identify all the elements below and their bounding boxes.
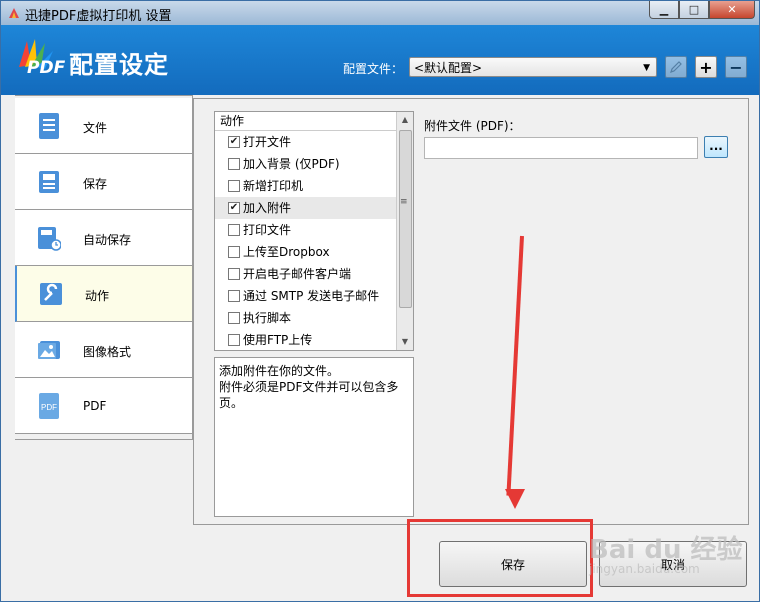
action-label: 执行脚本 — [243, 311, 292, 325]
list-item-upload-dropbox[interactable]: 上传至Dropbox — [215, 241, 413, 263]
pencil-icon — [670, 61, 682, 73]
document-icon — [39, 113, 59, 139]
wrench-icon — [40, 283, 62, 305]
sidebar-item-save[interactable]: 保存 — [15, 154, 193, 210]
checkbox[interactable] — [228, 224, 240, 236]
watermark: Bai du 经验 jingyan.baidu.com — [589, 529, 743, 576]
description-text: 添加附件在你的文件。 附件必须是PDF文件并可以包含多页。 — [219, 364, 399, 410]
checkbox[interactable] — [228, 312, 240, 324]
sidebar-item-label: PDF — [83, 399, 107, 413]
sidebar-item-label: 图像格式 — [83, 345, 132, 359]
action-description: 添加附件在你的文件。 附件必须是PDF文件并可以包含多页。 — [214, 357, 414, 517]
sidebar-item-file[interactable]: 文件 — [15, 98, 193, 154]
annotation-arrow-head — [505, 489, 525, 509]
list-item-add-printer[interactable]: 新增打印机 — [215, 175, 413, 197]
checkbox[interactable] — [228, 268, 240, 280]
add-config-button[interactable]: + — [695, 56, 717, 78]
list-item-print-file[interactable]: 打印文件 — [215, 219, 413, 241]
save-icon — [39, 171, 59, 193]
actions-scrollbar[interactable]: ▲ ≡ ▼ — [396, 112, 413, 350]
minimize-button[interactable]: ▁ — [649, 1, 679, 19]
rename-config-button[interactable] — [665, 56, 687, 78]
list-item-ftp-upload[interactable]: 使用FTP上传 — [215, 329, 413, 351]
checkbox-checked[interactable]: ✔ — [228, 202, 240, 214]
actions-list-header: 动作 — [215, 112, 413, 131]
checkbox[interactable] — [228, 290, 240, 302]
page-title: 配置设定 — [69, 51, 169, 79]
app-icon — [9, 8, 19, 18]
list-item-add-attachment[interactable]: ✔ 加入附件 — [215, 197, 413, 219]
settings-sidebar: 文件 保存 自动保存 动作 图像格式 PDF PDF — [15, 98, 193, 434]
image-icon — [38, 341, 60, 359]
remove-config-button[interactable]: − — [725, 56, 747, 78]
list-item-open-email-client[interactable]: 开启电子邮件客户端 — [215, 263, 413, 285]
sidebar-item-pdf[interactable]: PDF PDF — [15, 378, 193, 434]
attachment-label: 附件文件 (PDF)： — [424, 119, 521, 133]
watermark-main: Bai du 经验 — [589, 535, 743, 565]
action-label: 上传至Dropbox — [243, 245, 330, 259]
config-file-value: <默认配置> — [414, 61, 483, 75]
action-label: 打开文件 — [243, 135, 292, 149]
actions-panel: 动作 ✔ 打开文件 加入背景 (仅PDF) 新增打印机 ✔ 加入附件 打印文件 上传… — [193, 98, 749, 525]
list-item-add-background[interactable]: 加入背景 (仅PDF) — [215, 153, 413, 175]
window-title: 迅捷PDF虚拟打印机 设置 — [25, 9, 172, 24]
checkbox[interactable] — [228, 246, 240, 258]
scroll-up-icon[interactable]: ▲ — [397, 112, 413, 128]
action-label: 加入附件 — [243, 201, 292, 215]
checkbox[interactable] — [228, 334, 240, 346]
action-label: 通过 SMTP 发送电子邮件 — [243, 289, 380, 303]
attachment-file-input[interactable] — [424, 137, 698, 159]
list-item-smtp-email[interactable]: 通过 SMTP 发送电子邮件 — [215, 285, 413, 307]
list-item-run-script[interactable]: 执行脚本 — [215, 307, 413, 329]
sidebar-item-label: 保存 — [83, 177, 108, 191]
scroll-thumb[interactable] — [399, 130, 412, 308]
svg-text:PDF: PDF — [41, 403, 57, 412]
sidebar-item-label: 文件 — [83, 121, 108, 135]
app-window: 迅捷PDF虚拟打印机 设置 ▁ □ ✕ PDF 配置设定 配置文件： <默认配置… — [0, 0, 760, 602]
logo-text: PDF — [27, 58, 66, 78]
action-label: 加入背景 (仅PDF) — [243, 157, 340, 171]
window-controls: ▁ □ ✕ — [649, 1, 755, 19]
sidebar-item-auto-save[interactable]: 自动保存 — [15, 210, 193, 266]
action-label: 新增打印机 — [243, 179, 304, 193]
main-body: 文件 保存 自动保存 动作 图像格式 PDF PDF 动作 ✔ 打开文件 加入背… — [1, 95, 759, 601]
sidebar-item-label: 自动保存 — [83, 233, 132, 247]
grip-icon: ≡ — [400, 197, 408, 207]
config-file-label: 配置文件： — [343, 62, 404, 76]
sidebar-item-label: 动作 — [85, 289, 110, 303]
sidebar-item-image-format[interactable]: 图像格式 — [15, 322, 193, 378]
actions-list: 动作 ✔ 打开文件 加入背景 (仅PDF) 新增打印机 ✔ 加入附件 打印文件 上传… — [214, 111, 414, 351]
title-bar: 迅捷PDF虚拟打印机 设置 ▁ □ ✕ — [1, 1, 759, 25]
annotation-highlight-box — [407, 519, 593, 597]
action-label: 使用FTP上传 — [243, 333, 313, 347]
checkbox[interactable] — [228, 158, 240, 170]
auto-save-icon — [38, 227, 61, 251]
chevron-down-icon: ▼ — [643, 63, 650, 73]
sidebar-item-actions[interactable]: 动作 — [15, 266, 193, 322]
checkbox-checked[interactable]: ✔ — [228, 136, 240, 148]
header-banner: PDF 配置设定 配置文件： <默认配置> ▼ + − — [1, 25, 759, 95]
browse-button[interactable]: ... — [704, 136, 728, 158]
scroll-down-icon[interactable]: ▼ — [397, 334, 413, 350]
action-label: 打印文件 — [243, 223, 292, 237]
maximize-button[interactable]: □ — [679, 1, 709, 19]
list-item-open-file[interactable]: ✔ 打开文件 — [215, 131, 413, 153]
pdf-icon: PDF — [39, 393, 59, 419]
config-file-select[interactable]: <默认配置> ▼ — [409, 57, 657, 77]
checkbox[interactable] — [228, 180, 240, 192]
close-button[interactable]: ✕ — [709, 1, 755, 19]
action-label: 开启电子邮件客户端 — [243, 267, 352, 281]
